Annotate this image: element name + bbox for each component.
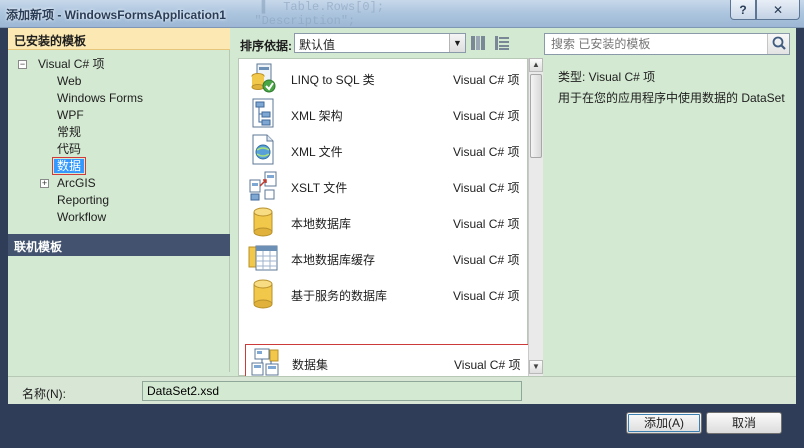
list-item[interactable]: XML 文件 Visual C# 项	[239, 132, 529, 168]
xslt-file-icon	[249, 171, 277, 201]
tree-item-workflow[interactable]: Workflow	[57, 209, 106, 226]
window-title: 添加新项 - WindowsFormsApplication1	[6, 8, 226, 22]
background-code-ghost: ▌ Table.Rows[0]; "Description";	[254, 0, 385, 28]
template-language: Visual C# 项	[453, 289, 520, 303]
list-item[interactable]: XML 架构 Visual C# 项	[239, 96, 529, 132]
template-language: Visual C# 项	[453, 253, 520, 267]
installed-templates-header[interactable]: 已安装的模板	[8, 28, 230, 50]
tree-item-reporting[interactable]: Reporting	[57, 192, 109, 209]
list-item[interactable]: 本地数据库缓存 Visual C# 项	[239, 240, 529, 276]
local-database-cache-icon	[248, 245, 278, 271]
template-name: XML 架构	[291, 109, 343, 123]
list-item[interactable]: LINQ to SQL 类 Visual C# 项	[239, 60, 529, 96]
template-name: 数据集	[292, 358, 329, 372]
name-label: 名称(N):	[22, 387, 66, 401]
xml-schema-icon	[252, 98, 274, 128]
scroll-down-icon[interactable]: ▼	[529, 360, 543, 374]
local-database-icon	[253, 207, 273, 237]
expand-icon[interactable]: +	[40, 179, 49, 188]
template-language: Visual C# 项	[453, 145, 520, 159]
add-button[interactable]: 添加(A)	[626, 412, 702, 434]
sort-by-dropdown[interactable]: 默认值 ▼	[294, 33, 466, 53]
linq-to-sql-icon	[251, 63, 276, 93]
search-button[interactable]	[767, 34, 789, 54]
title-bar: ▌ Table.Rows[0]; "Description"; 添加新项 - W…	[0, 0, 804, 28]
medium-icons-view-icon[interactable]	[470, 35, 486, 51]
dataset-icon	[251, 348, 279, 376]
tree-item-data-label: 数据	[51, 157, 87, 175]
list-item[interactable]: 本地数据库 Visual C# 项	[239, 204, 529, 240]
template-language: Visual C# 项	[453, 73, 520, 87]
sort-by-value: 默认值	[299, 38, 336, 52]
template-language: Visual C# 项	[453, 181, 520, 195]
list-item[interactable]: 基于服务的数据库 Visual C# 项	[239, 276, 529, 312]
tree-item-label: ArcGIS	[57, 176, 96, 190]
template-details-panel: 类型: Visual C# 项 用于在您的应用程序中使用数据的 DataSet	[548, 58, 796, 376]
search-box	[544, 33, 790, 55]
cancel-button[interactable]: 取消	[706, 412, 782, 434]
collapse-icon[interactable]: −	[18, 60, 27, 69]
template-language: Visual C# 项	[453, 109, 520, 123]
tree-item-web[interactable]: Web	[57, 73, 81, 90]
template-description: 用于在您的应用程序中使用数据的 DataSet	[558, 91, 785, 105]
template-name: 本地数据库缓存	[291, 253, 376, 267]
template-name: LINQ to SQL 类	[291, 73, 375, 87]
chevron-down-icon[interactable]: ▼	[449, 34, 465, 52]
tree-item-windows-forms[interactable]: Windows Forms	[57, 90, 143, 107]
template-name: XML 文件	[291, 145, 343, 159]
sort-by-label: 排序依据:	[240, 39, 292, 53]
tree-item-wpf[interactable]: WPF	[57, 107, 84, 124]
scrollbar-thumb[interactable]	[530, 74, 542, 158]
search-icon	[772, 36, 786, 50]
template-type: 类型: Visual C# 项	[558, 70, 656, 84]
help-button[interactable]: ?	[730, 0, 756, 20]
tree-item-data[interactable]: 数据	[51, 157, 87, 175]
close-button[interactable]: ✕	[756, 0, 800, 20]
name-input[interactable]	[142, 381, 522, 401]
xml-file-icon	[252, 134, 274, 165]
tree-item-code[interactable]: 代码	[57, 141, 81, 158]
template-list: LINQ to SQL 类 Visual C# 项 XML 架构 Visual …	[238, 58, 529, 380]
template-name: 基于服务的数据库	[291, 289, 388, 303]
template-language: Visual C# 项	[454, 358, 521, 372]
search-input[interactable]	[545, 34, 765, 54]
template-toolbar: 排序依据: 默认值 ▼	[230, 28, 796, 58]
template-list-scrollbar[interactable]: ▲ ▼	[528, 58, 543, 376]
name-field-row: 名称(N):	[8, 376, 796, 404]
online-templates-header[interactable]: 联机模板	[8, 234, 230, 256]
add-new-item-dialog: 已安装的模板 − Visual C# 项 Web Windows Forms W…	[8, 28, 796, 404]
list-item-selected[interactable]: 数据集 Visual C# 项	[245, 344, 529, 380]
template-language: Visual C# 项	[453, 217, 520, 231]
template-name: 本地数据库	[291, 217, 352, 231]
details-view-icon[interactable]	[494, 35, 510, 51]
scroll-up-icon[interactable]: ▲	[529, 58, 543, 72]
service-database-icon	[253, 279, 273, 309]
template-name: XSLT 文件	[291, 181, 348, 195]
tree-item-label: Visual C# 项	[38, 57, 105, 71]
list-item[interactable]: XSLT 文件 Visual C# 项	[239, 168, 529, 204]
template-categories-panel: 已安装的模板 − Visual C# 项 Web Windows Forms W…	[8, 28, 230, 372]
tree-item-general[interactable]: 常规	[57, 124, 81, 141]
